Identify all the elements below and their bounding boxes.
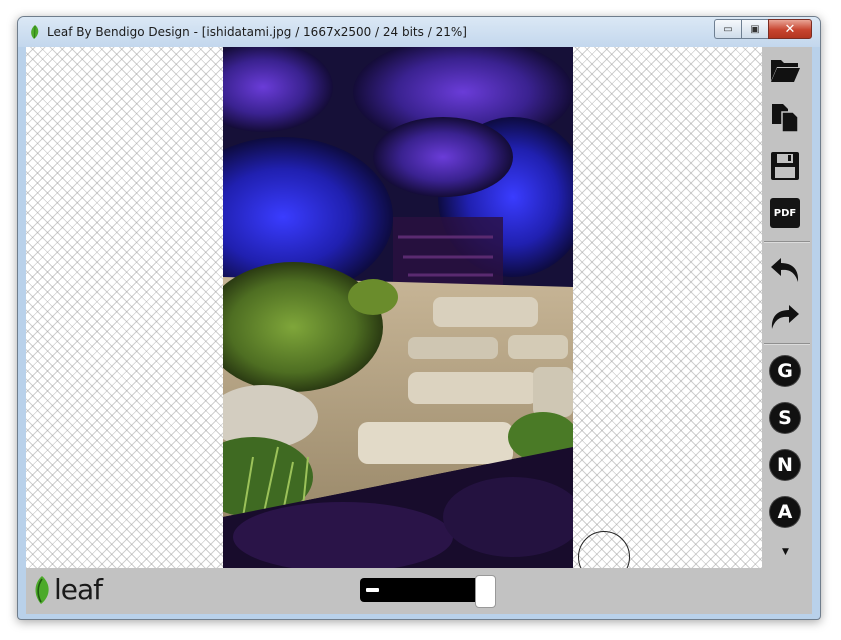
open-folder-icon <box>771 60 800 82</box>
leaf-app-icon <box>31 25 39 39</box>
toolbar-more-arrow-icon[interactable]: ▼ <box>782 547 789 557</box>
image-canvas[interactable] <box>26 47 762 568</box>
n-icon: N <box>770 450 800 480</box>
toolbar-divider <box>764 343 810 345</box>
right-toolbar: PDF G S N A ▼ <box>762 47 812 568</box>
redo-icon <box>771 305 799 329</box>
brush-cursor <box>578 531 630 568</box>
slider-thumb[interactable] <box>475 575 496 608</box>
title-bar[interactable]: Leaf By Bendigo Design - [ishidatami.jpg… <box>18 17 820 47</box>
stone-steps-photo <box>223 47 573 568</box>
n-button[interactable]: N <box>767 447 803 483</box>
leaf-logo-icon <box>35 576 49 604</box>
minimize-button[interactable]: ▭ <box>714 19 741 39</box>
zoom-slider[interactable] <box>360 575 496 608</box>
a-button[interactable]: A <box>767 494 803 530</box>
minus-icon <box>366 588 379 592</box>
open-button[interactable] <box>767 52 803 88</box>
leaf-logo: leaf <box>32 573 103 606</box>
s-button[interactable]: S <box>767 400 803 436</box>
save-button[interactable] <box>767 148 803 184</box>
s-icon: S <box>770 403 800 433</box>
status-bar: leaf <box>26 568 812 614</box>
toolbar-divider <box>764 241 810 243</box>
window-title: Leaf By Bendigo Design - [ishidatami.jpg… <box>47 25 467 39</box>
maximize-button[interactable]: ▣ <box>741 19 768 39</box>
undo-button[interactable] <box>767 252 803 288</box>
g-icon: G <box>770 356 800 386</box>
g-button[interactable]: G <box>767 353 803 389</box>
pdf-icon: PDF <box>770 198 800 228</box>
close-button[interactable]: ✕ <box>768 19 812 39</box>
save-disk-icon <box>771 152 799 180</box>
copy-button[interactable] <box>767 100 803 136</box>
redo-button[interactable] <box>767 299 803 335</box>
copy-icon <box>772 104 799 133</box>
client-area: PDF G S N A ▼ leaf <box>26 47 812 614</box>
undo-icon <box>771 258 799 282</box>
export-pdf-button[interactable]: PDF <box>767 195 803 231</box>
image-preview[interactable] <box>223 47 573 568</box>
leaf-logo-text: leaf <box>54 573 103 606</box>
a-icon: A <box>770 497 800 527</box>
caption-buttons: ▭ ▣ ✕ <box>714 19 812 39</box>
app-window: Leaf By Bendigo Design - [ishidatami.jpg… <box>17 16 821 620</box>
